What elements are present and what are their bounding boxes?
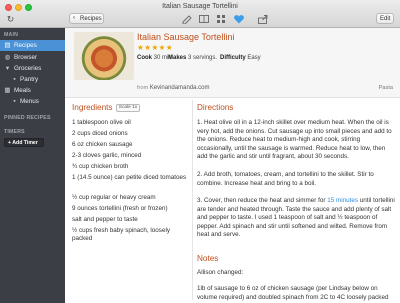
edit-pencil-icon[interactable] bbox=[181, 14, 193, 24]
cart-icon: ▾ bbox=[5, 65, 10, 72]
step3-text: until bbox=[358, 197, 372, 204]
recipe-photo[interactable] bbox=[74, 32, 134, 80]
ingredient-item: 2 cups diced onions bbox=[72, 130, 128, 137]
ingredients-heading: Ingredients bbox=[72, 103, 113, 112]
sidebar-section-main: MAIN bbox=[4, 32, 19, 38]
sidebar-item-recipes[interactable]: ▤ Recipes bbox=[0, 40, 65, 51]
share-icon[interactable] bbox=[257, 14, 269, 24]
recipe-header: Italian Sausage Tortellini ★★★★★ Cook 30… bbox=[65, 28, 400, 98]
difficulty-label: Difficulty bbox=[220, 55, 246, 61]
recipe-detail: Italian Sausage Tortellini ★★★★★ Cook 30… bbox=[65, 28, 400, 303]
back-chevron-icon: ‹ bbox=[73, 15, 75, 21]
title-bar: Italian Sausage Tortellini ↻ ‹ Recipes E… bbox=[0, 0, 400, 28]
makes-label: Makes bbox=[168, 55, 187, 61]
book-icon: ▤ bbox=[4, 42, 11, 49]
cook-label: Cook bbox=[137, 55, 152, 61]
sidebar-section-pinned: PINNED RECIPES bbox=[4, 115, 51, 121]
sidebar-item-meals[interactable]: ▦ Meals bbox=[0, 85, 65, 96]
sidebar-item-browser[interactable]: ◍ Browser bbox=[0, 52, 65, 63]
directions-heading: Directions bbox=[197, 103, 234, 112]
globe-icon: ◍ bbox=[4, 54, 11, 61]
menu-icon: ▪ bbox=[13, 98, 16, 105]
notes-heading: Notes bbox=[197, 254, 219, 263]
sidebar-item-label: Meals bbox=[14, 87, 31, 94]
ingredient-item: 1 tablespoon olive oil bbox=[72, 119, 131, 126]
calendar-icon: ▦ bbox=[4, 87, 11, 94]
back-to-recipes-button[interactable]: ‹ Recipes bbox=[69, 13, 104, 24]
sync-icon[interactable]: ↻ bbox=[5, 14, 16, 25]
ingredient-item: 1 (14.5 ounce) can petite diced tomatoes bbox=[72, 174, 187, 181]
recipe-category: Pasta bbox=[378, 85, 393, 91]
source-link[interactable]: Kevinandamanda.com bbox=[150, 85, 210, 91]
from-label: from bbox=[137, 85, 149, 91]
ingredient-item: ½ cup regular or heavy cream bbox=[72, 194, 156, 201]
rating-stars[interactable]: ★★★★★ bbox=[137, 43, 173, 52]
ingredient-item: salt and pepper to taste bbox=[72, 216, 138, 223]
sidebar: MAIN ▤ Recipes ◍ Browser ▾ Groceries ▪ P… bbox=[0, 28, 65, 303]
difficulty-value: Easy bbox=[247, 55, 261, 61]
sidebar-item-label: Recipes bbox=[14, 42, 37, 49]
ingredient-item: 9 ounces tortellini (fresh or frozen) bbox=[72, 205, 168, 212]
makes-value: 3 servings. bbox=[188, 55, 218, 61]
timer-link[interactable]: 15 minutes bbox=[327, 197, 358, 204]
ingredient-item: 6 oz chicken sausage bbox=[72, 141, 133, 148]
sidebar-item-label: Menus bbox=[20, 98, 39, 105]
direction-step: 1. Heat olive oil in a 12-inch skillet o… bbox=[197, 119, 392, 160]
column-divider bbox=[192, 100, 193, 300]
ingredient-item: ¾ cup chicken broth bbox=[72, 163, 129, 170]
box-icon: ▪ bbox=[13, 76, 16, 83]
favorite-heart-icon[interactable] bbox=[233, 14, 245, 24]
sidebar-item-label: Groceries bbox=[14, 65, 42, 72]
ingredient-item: ½ cups fresh baby spinach, loosely packe… bbox=[72, 227, 171, 243]
notes-intro: Allison changed: bbox=[197, 269, 244, 276]
step3-text: 3. Cover, then reduce the heat and simme… bbox=[197, 197, 328, 204]
recipe-title: Italian Sausage Tortellini bbox=[137, 32, 235, 42]
book-icon[interactable] bbox=[198, 14, 210, 24]
recipe-source: from Kevinandamanda.com bbox=[137, 85, 209, 91]
back-button-label: Recipes bbox=[80, 16, 102, 22]
direction-step: 2. Add broth, tomatoes, cream, and torte… bbox=[197, 171, 374, 187]
sidebar-section-timers: TIMERS bbox=[4, 129, 25, 135]
sidebar-item-label: Pantry bbox=[20, 76, 39, 83]
window-title: Italian Sausage Tortellini bbox=[162, 3, 238, 10]
edit-button[interactable]: Edit bbox=[376, 13, 394, 24]
sidebar-item-pantry[interactable]: ▪ Pantry bbox=[0, 74, 65, 85]
sidebar-item-label: Browser bbox=[14, 54, 38, 61]
grid-icon[interactable] bbox=[215, 14, 227, 24]
ingredient-item: 2-3 cloves garlic, minced bbox=[72, 152, 142, 159]
notes-body: 1lb of sausage to 6 oz of chicken sausag… bbox=[197, 285, 389, 301]
direction-step-3: 3. Cover, then reduce the heat and simme… bbox=[197, 197, 395, 240]
scale-button[interactable]: Scale 1x bbox=[116, 104, 140, 112]
sidebar-item-menus[interactable]: ▪ Menus bbox=[0, 96, 65, 107]
add-timer-button[interactable]: + Add Timer bbox=[4, 138, 44, 147]
sidebar-item-groceries[interactable]: ▾ Groceries bbox=[0, 63, 65, 74]
edit-button-label: Edit bbox=[380, 16, 391, 22]
